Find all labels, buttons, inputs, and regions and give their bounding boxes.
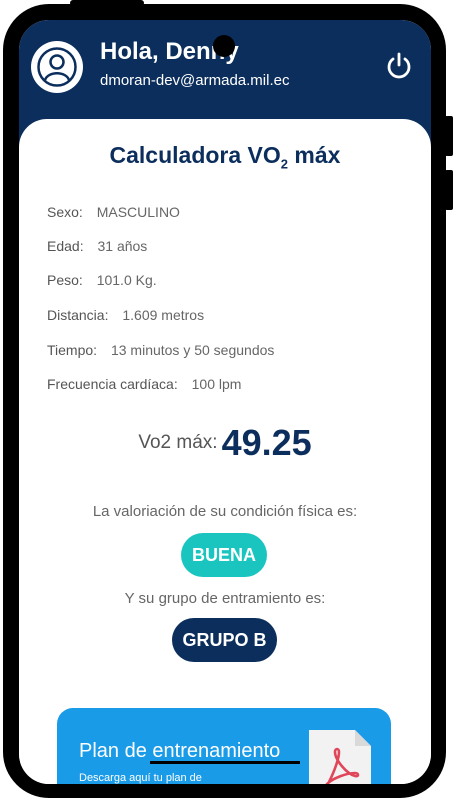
power-icon[interactable] [384, 51, 414, 81]
field-value: MASCULINO [96, 204, 180, 220]
field-tiempo: Tiempo: 13 minutos y 50 segundos [47, 342, 274, 358]
training-plan-card[interactable]: Plan de entrenamiento Descarga aquí tu p… [57, 708, 391, 784]
app-screen: Hola, Denny dmoran-dev@armada.mil.ec Cal… [19, 20, 431, 784]
group-prompt: Y su grupo de entramiento es: [124, 590, 326, 607]
field-label: Sexo: [47, 204, 83, 220]
title-subscript: 2 [280, 156, 289, 172]
front-camera [213, 35, 235, 57]
power-side-button [445, 170, 453, 210]
vo2-value: 49.25 [221, 422, 312, 463]
title-text: Calculadora VO [109, 142, 281, 168]
field-distancia: Distancia: 1.609 metros [47, 307, 204, 323]
field-label: Distancia: [47, 307, 109, 323]
user-email: dmoran-dev@armada.mil.ec [100, 72, 290, 89]
field-peso: Peso: 101.0 Kg. [47, 272, 157, 288]
field-label: Frecuencia cardíaca: [47, 376, 178, 392]
field-value: 1.609 metros [122, 307, 205, 323]
field-value: 31 años [97, 238, 148, 254]
field-label: Peso: [47, 272, 83, 288]
vo2-result: Vo2 máx: 49.25 [19, 422, 431, 464]
field-label: Edad: [47, 238, 84, 254]
title-suffix: máx [288, 142, 341, 168]
home-indicator [150, 761, 300, 764]
assessment-prompt: La valoriación de su condición física es… [92, 503, 358, 520]
group-badge: GRUPO B [172, 618, 277, 662]
page-title: Calculadora VO2 máx [19, 142, 431, 172]
field-label: Tiempo: [47, 342, 98, 358]
volume-button [445, 116, 453, 156]
field-frecuencia: Frecuencia cardíaca: 100 lpm [47, 376, 241, 392]
plan-title: Plan de entrenamiento [79, 740, 281, 762]
rating-badge: BUENA [181, 533, 267, 577]
field-sexo: Sexo: MASCULINO [47, 204, 180, 220]
field-value: 13 minutos y 50 segundos [110, 342, 275, 358]
user-avatar-icon [37, 47, 77, 87]
vo2-label: Vo2 máx: [138, 432, 218, 453]
pdf-file-icon [309, 730, 371, 784]
avatar[interactable] [31, 41, 83, 93]
plan-subtitle: Descarga aquí tu plan de [79, 772, 202, 784]
phone-device: Hola, Denny dmoran-dev@armada.mil.ec Cal… [0, 0, 453, 800]
field-edad: Edad: 31 años [47, 238, 147, 254]
field-value: 101.0 Kg. [96, 272, 157, 288]
field-value: 100 lpm [191, 376, 242, 392]
